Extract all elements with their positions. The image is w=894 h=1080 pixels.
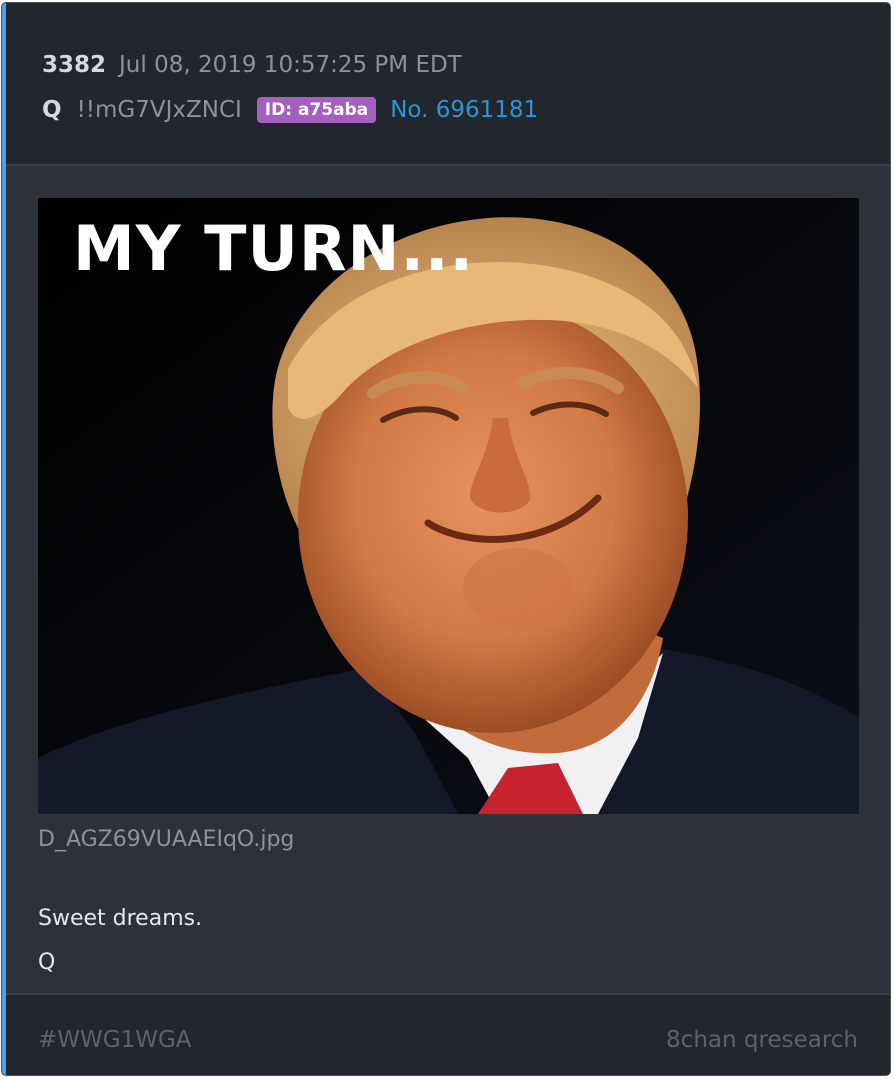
- post-number: 3382: [42, 52, 107, 78]
- author-name: Q: [42, 97, 62, 123]
- post-meta-row: 3382 Jul 08, 2019 10:57:25 PM EDT: [42, 48, 462, 82]
- post-message: Sweet dreams. Q: [38, 897, 202, 985]
- post-image[interactable]: MY TURN...: [38, 198, 859, 814]
- poster-id-badge: ID: a75aba: [256, 97, 377, 123]
- footer-source: 8chan qresearch: [666, 1027, 858, 1053]
- post-header: 3382 Jul 08, 2019 10:57:25 PM EDT Q !!mG…: [6, 3, 890, 166]
- post-footer: #WWG1WGA 8chan qresearch: [6, 993, 890, 1075]
- post-image-illustration: [38, 198, 859, 814]
- post-card: 3382 Jul 08, 2019 10:57:25 PM EDT Q !!mG…: [1, 2, 891, 1076]
- message-signature: Q: [38, 950, 56, 975]
- footer-hashtag: #WWG1WGA: [38, 1027, 192, 1053]
- image-overlay-caption: MY TURN...: [73, 212, 475, 285]
- post-author-row: Q !!mG7VJxZNCI ID: a75aba No. 6961181: [42, 92, 538, 128]
- message-line: Sweet dreams.: [38, 906, 203, 931]
- attachment-filename[interactable]: D_AGZ69VUAAEIqO.jpg: [38, 827, 294, 852]
- post-number-link[interactable]: No. 6961181: [390, 97, 538, 123]
- post-timestamp: Jul 08, 2019 10:57:25 PM EDT: [119, 52, 462, 78]
- author-tripcode: !!mG7VJxZNCI: [76, 97, 242, 123]
